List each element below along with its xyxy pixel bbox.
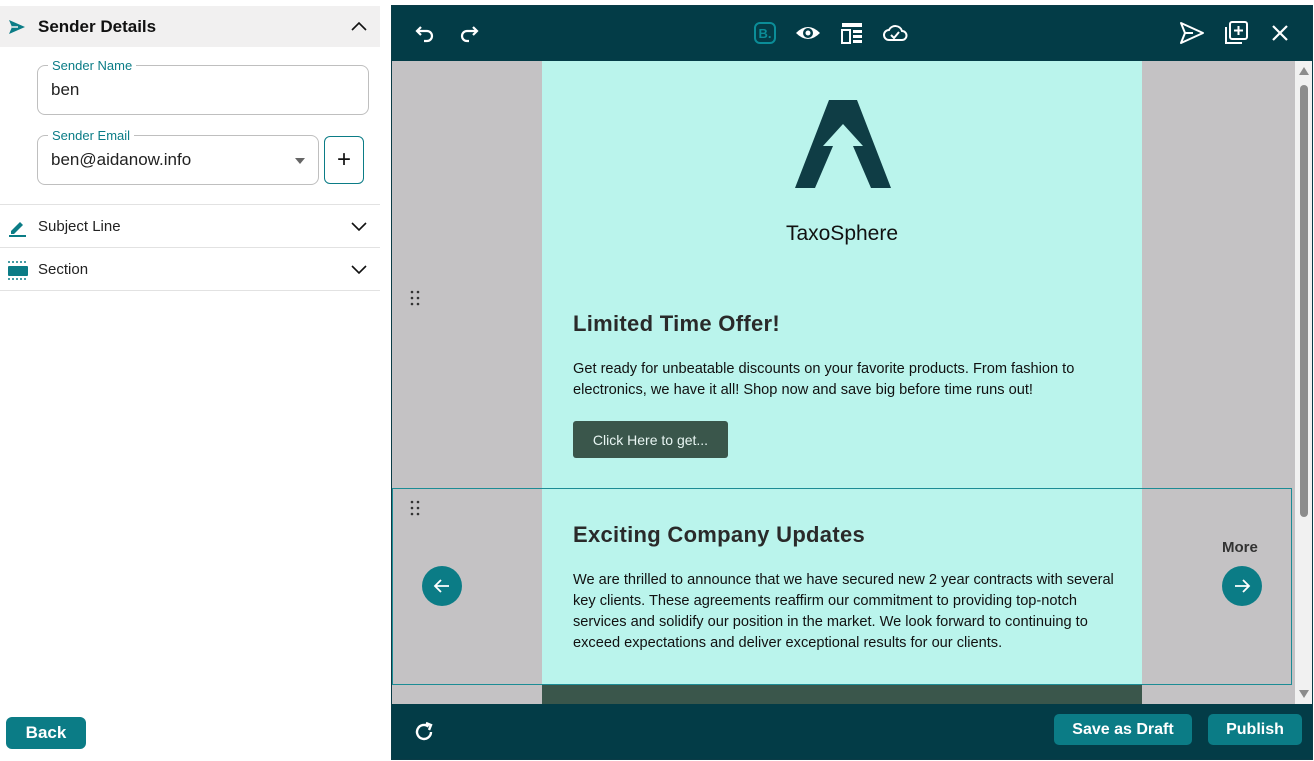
pencil-icon [9, 222, 26, 237]
section-block-icon [8, 261, 28, 280]
taxosphere-logo [795, 100, 891, 188]
add-block-icon[interactable] [1223, 20, 1249, 46]
offer-heading[interactable]: Limited Time Offer! [573, 311, 780, 337]
svg-text:B.: B. [759, 26, 772, 41]
dropdown-caret-icon [295, 158, 305, 164]
send-icon [9, 20, 25, 34]
close-icon[interactable] [1267, 20, 1293, 46]
scroll-thumb[interactable] [1300, 85, 1308, 517]
sender-details-title: Sender Details [38, 16, 157, 36]
editor-footer-bar: Save as Draft Publish [392, 704, 1312, 759]
subject-line-header[interactable]: Subject Line [0, 204, 380, 247]
sender-name-field[interactable]: Sender Name ben [37, 58, 369, 115]
publish-button[interactable]: Publish [1208, 714, 1302, 745]
sender-email-value: ben@aidanow.info [51, 150, 192, 169]
sender-name-value: ben [51, 80, 80, 99]
sender-name-label: Sender Name [48, 58, 137, 73]
sender-email-label: Sender Email [48, 128, 135, 143]
send-icon[interactable] [1179, 20, 1205, 46]
settings-panel: Sender Details Sender Name ben Sender Em… [0, 0, 390, 761]
email-builder: Sender Details Sender Name ben Sender Em… [0, 0, 1314, 761]
updates-heading[interactable]: Exciting Company Updates [573, 522, 865, 548]
next-arrow-button[interactable] [1222, 566, 1262, 606]
subject-line-label: Subject Line [38, 217, 121, 235]
brand-name: TaxoSphere [785, 222, 899, 245]
chevron-down-icon[interactable] [350, 217, 368, 235]
add-sender-email-button[interactable]: + [324, 136, 364, 184]
section-header[interactable]: Section [0, 247, 380, 290]
scroll-up-icon[interactable] [1299, 67, 1309, 75]
chevron-down-icon[interactable] [350, 260, 368, 278]
vertical-scrollbar[interactable] [1295, 61, 1312, 704]
drag-handle-icon[interactable] [409, 499, 421, 517]
more-label: More [1222, 539, 1258, 556]
layout-icon[interactable] [839, 20, 865, 46]
scroll-down-icon[interactable] [1299, 690, 1309, 698]
cta-button[interactable]: Click Here to get... [573, 421, 728, 458]
save-draft-button[interactable]: Save as Draft [1054, 714, 1192, 745]
email-editor: B. TaxoSphere Limited Time Offer! Get re… [391, 5, 1313, 760]
bootstrap-icon[interactable]: B. [752, 20, 778, 46]
back-button[interactable]: Back [6, 717, 86, 749]
drag-handle-icon[interactable] [409, 289, 421, 307]
previous-arrow-button[interactable] [422, 566, 462, 606]
updates-text[interactable]: We are thrilled to announce that we have… [573, 570, 1118, 654]
undo-icon[interactable] [412, 20, 438, 46]
preview-eye-icon[interactable] [795, 20, 821, 46]
sender-email-select[interactable]: Sender Email ben@aidanow.info [37, 128, 319, 185]
arrow-left-icon [433, 579, 449, 593]
sender-details-header[interactable]: Sender Details [0, 6, 380, 47]
email-footer-strip [542, 685, 1142, 705]
redo-icon[interactable] [456, 20, 482, 46]
cloud-check-icon[interactable] [882, 20, 908, 46]
editor-toolbar: B. [392, 6, 1312, 61]
section-label: Section [38, 260, 89, 278]
divider [0, 290, 380, 291]
refresh-icon[interactable] [412, 720, 436, 744]
offer-text[interactable]: Get ready for unbeatable discounts on yo… [573, 359, 1118, 401]
arrow-right-icon [1235, 579, 1251, 593]
chevron-up-icon[interactable] [350, 18, 368, 36]
